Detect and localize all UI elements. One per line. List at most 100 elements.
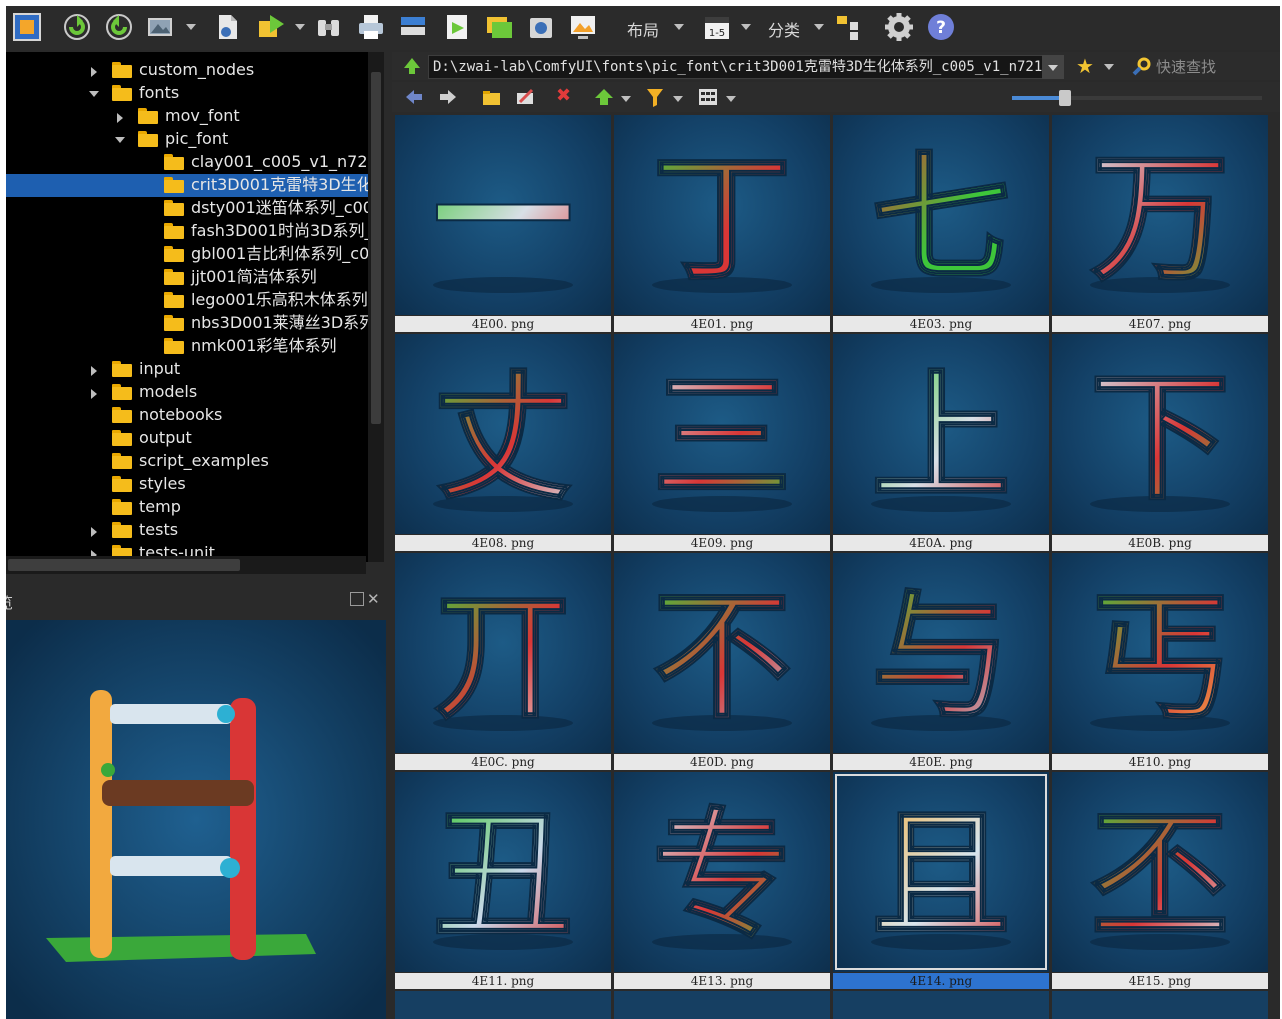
tree-vertical-scrollbar[interactable] xyxy=(368,52,384,562)
thumbnail-item[interactable]: 丈 4E08. png xyxy=(395,334,611,553)
chevron-down-icon[interactable] xyxy=(814,24,824,30)
thumbnail-item[interactable]: 丐 4E10. png xyxy=(1052,553,1268,772)
chevron-down-icon[interactable] xyxy=(741,24,751,30)
slideshow-icon[interactable] xyxy=(442,12,472,42)
calendar-icon[interactable]: 1-5 xyxy=(702,12,732,42)
thumbnail-item[interactable] xyxy=(395,991,611,1019)
tree-item[interactable]: gbl001吉比利体系列_c00 xyxy=(6,243,368,266)
tree-item[interactable]: mov_font xyxy=(6,105,368,128)
thumbnail-item[interactable]: 三 4E09. png xyxy=(614,334,830,553)
slider-knob[interactable] xyxy=(1059,90,1071,106)
filter-icon[interactable] xyxy=(646,88,664,108)
view-mode-icon[interactable] xyxy=(698,88,718,106)
tree-item[interactable]: pic_font xyxy=(6,128,368,151)
close-icon[interactable]: ✕ xyxy=(367,590,380,608)
sort-menu-label[interactable]: 分类 xyxy=(768,17,800,41)
help-icon[interactable]: ? xyxy=(926,12,956,42)
thumbnail-item[interactable]: 丕 4E15. png xyxy=(1052,772,1268,991)
tree-item[interactable]: temp xyxy=(6,496,368,519)
forward-arrow-icon[interactable] xyxy=(438,88,458,106)
tree-horizontal-scrollbar[interactable] xyxy=(6,556,366,574)
fullscreen-icon[interactable] xyxy=(12,12,42,42)
thumbnail-size-slider[interactable] xyxy=(1012,90,1262,106)
thumbnail-item[interactable]: 与 4E0E. png xyxy=(833,553,1049,772)
chevron-down-icon[interactable] xyxy=(726,96,736,102)
thumbnail-item[interactable] xyxy=(833,991,1049,1019)
scanner-icon[interactable] xyxy=(398,12,428,42)
tree-item[interactable]: lego001乐高积木体系列 xyxy=(6,289,368,312)
up-folder-icon[interactable] xyxy=(402,56,422,76)
tree-item[interactable]: clay001_c005_v1_n7217 xyxy=(6,151,368,174)
thumbnail-item[interactable]: 下 4E0B. png xyxy=(1052,334,1268,553)
chevron-right-icon[interactable] xyxy=(91,527,97,537)
scrollbar-thumb[interactable] xyxy=(8,559,240,571)
batch-convert-icon[interactable] xyxy=(484,12,514,42)
chevron-down-icon[interactable] xyxy=(89,91,99,97)
tree-item[interactable]: custom_nodes xyxy=(6,59,368,82)
thumbnail-item[interactable]: 一 4E00. png xyxy=(395,115,611,334)
tree-item[interactable]: nmk001彩笔体系列 xyxy=(6,335,368,358)
binoculars-icon[interactable] xyxy=(314,12,344,42)
move-to-icon[interactable] xyxy=(594,88,614,106)
tree-item-label: fonts xyxy=(139,83,180,102)
printer-icon[interactable] xyxy=(356,12,386,42)
tree-item[interactable]: dsty001迷笛体系列_c005 xyxy=(6,197,368,220)
thumbnail-item[interactable]: 上 4E0A. png xyxy=(833,334,1049,553)
tree-item[interactable]: notebooks xyxy=(6,404,368,427)
tree-item[interactable]: input xyxy=(6,358,368,381)
chevron-right-icon[interactable] xyxy=(91,389,97,399)
thumbnail-item[interactable]: 丁 4E01. png xyxy=(614,115,830,334)
document-icon[interactable] xyxy=(212,12,242,42)
back-arrow-icon[interactable] xyxy=(404,88,424,106)
tree-item[interactable]: models xyxy=(6,381,368,404)
chevron-right-icon[interactable] xyxy=(117,113,123,123)
image-tools-icon[interactable] xyxy=(146,12,176,42)
thumbnail-item[interactable]: 万 4E07. png xyxy=(1052,115,1268,334)
thumbnail-item[interactable]: 且 4E14. png xyxy=(833,772,1049,991)
thumbnail-item[interactable]: 专 4E13. png xyxy=(614,772,830,991)
gear-icon[interactable] xyxy=(884,12,914,42)
tree-item[interactable]: jjt001简洁体系列 xyxy=(6,266,368,289)
panel-layout-icon[interactable] xyxy=(834,12,864,42)
rename-icon[interactable] xyxy=(516,88,536,106)
tree-item[interactable]: output xyxy=(6,427,368,450)
screen-capture-icon[interactable] xyxy=(526,12,556,42)
tree-item[interactable]: styles xyxy=(6,473,368,496)
layout-menu-label[interactable]: 布局 xyxy=(627,17,659,41)
quick-search-input[interactable]: 快速查找 xyxy=(1156,56,1216,77)
folder-tree[interactable]: custom_nodes fonts mov_font pic_font clay001… xyxy=(6,52,368,562)
tree-item[interactable]: fash3D001时尚3D系列_c xyxy=(6,220,368,243)
path-history-dropdown[interactable] xyxy=(1042,55,1064,79)
thumbnail-item[interactable]: 七 4E03. png xyxy=(833,115,1049,334)
pin-icon[interactable] xyxy=(350,592,364,606)
rotate-left-icon[interactable] xyxy=(62,12,92,42)
tree-item[interactable]: nbs3D001莱薄丝3D系列 xyxy=(6,312,368,335)
new-folder-icon[interactable] xyxy=(482,88,502,106)
scrollbar-thumb[interactable] xyxy=(371,72,381,424)
thumbnail-item[interactable] xyxy=(1052,991,1268,1019)
search-icon[interactable] xyxy=(1132,56,1152,76)
chevron-right-icon[interactable] xyxy=(91,366,97,376)
chevron-down-icon[interactable] xyxy=(673,96,683,102)
chevron-down-icon[interactable] xyxy=(1104,64,1114,70)
thumbnail-item[interactable]: 不 4E0D. png xyxy=(614,553,830,772)
chevron-down-icon[interactable] xyxy=(186,24,196,30)
tree-item[interactable]: tests xyxy=(6,519,368,542)
thumbnail-item[interactable] xyxy=(614,991,830,1019)
chevron-down-icon[interactable] xyxy=(115,137,125,143)
thumbnail-item[interactable]: 丌 4E0C. png xyxy=(395,553,611,772)
wallpaper-icon[interactable] xyxy=(568,12,598,42)
thumbnail-item[interactable]: 丑 4E11. png xyxy=(395,772,611,991)
export-icon[interactable] xyxy=(256,12,286,42)
delete-icon[interactable]: ✖ xyxy=(556,85,571,106)
chevron-right-icon[interactable] xyxy=(91,67,97,77)
tree-item[interactable]: script_examples xyxy=(6,450,368,473)
tree-item[interactable]: crit3D001克雷特3D生化体 xyxy=(6,174,368,197)
path-input[interactable]: D:\zwai-lab\ComfyUI\fonts\pic_font\crit3… xyxy=(428,55,1048,79)
chevron-down-icon[interactable] xyxy=(295,24,305,30)
chevron-down-icon[interactable] xyxy=(621,96,631,102)
chevron-down-icon[interactable] xyxy=(674,24,684,30)
tree-item[interactable]: fonts xyxy=(6,82,368,105)
favorites-star-icon[interactable]: ★ xyxy=(1076,54,1094,78)
rotate-right-icon[interactable] xyxy=(104,12,134,42)
